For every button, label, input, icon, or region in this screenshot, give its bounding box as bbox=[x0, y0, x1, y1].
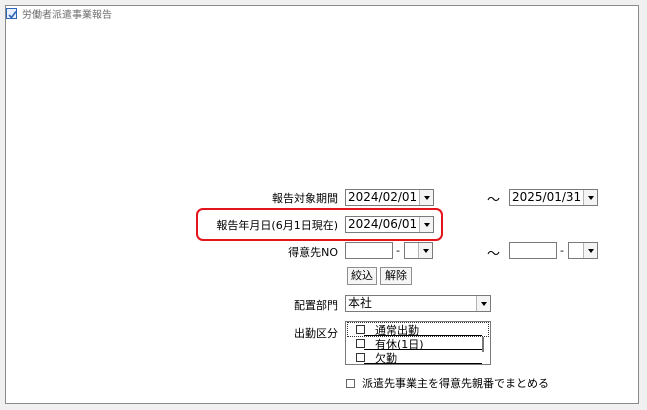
attendance-label: 出勤区分 bbox=[294, 327, 338, 340]
filter-button[interactable]: 絞込 bbox=[347, 267, 377, 285]
group-option-label: 派遣先事業主を得意先親番でまとめる bbox=[362, 377, 549, 390]
chevron-down-icon[interactable] bbox=[476, 296, 490, 311]
group-option-checkbox[interactable] bbox=[346, 378, 355, 388]
list-scrollbar[interactable] bbox=[482, 337, 484, 352]
row-separator bbox=[364, 349, 482, 350]
attendance-list[interactable]: 通常出勤 有休(1日) 欠勤 bbox=[345, 321, 491, 365]
customer-no-to-branch-value bbox=[569, 243, 583, 258]
customer-no-to-input[interactable] bbox=[509, 242, 557, 259]
customer-no-from-branch-select[interactable] bbox=[404, 242, 433, 259]
report-period-label: 報告対象期間 bbox=[272, 192, 338, 205]
department-value: 本社 bbox=[348, 296, 373, 310]
customer-no-separator: ～ bbox=[487, 247, 501, 262]
group-option[interactable]: 派遣先事業主を得意先親番でまとめる bbox=[346, 375, 549, 391]
department-label: 配置部門 bbox=[294, 299, 338, 312]
report-period-from-select[interactable]: 2024/02/01 bbox=[345, 189, 434, 206]
report-period-separator: ～ bbox=[487, 193, 501, 208]
checkbox[interactable] bbox=[356, 339, 365, 348]
title-bar: 労働者派遣事業報告 bbox=[6, 6, 112, 21]
chevron-down-icon[interactable] bbox=[419, 217, 433, 232]
customer-no-label: 得意先NO bbox=[288, 246, 338, 259]
chevron-down-icon[interactable] bbox=[418, 243, 432, 258]
customer-no-from-input[interactable] bbox=[345, 242, 393, 259]
department-select[interactable]: 本社 bbox=[345, 295, 491, 312]
checkbox[interactable] bbox=[356, 353, 365, 362]
report-date-value: 2024/06/01 bbox=[348, 217, 418, 231]
app-icon bbox=[6, 7, 17, 19]
customer-no-to-branch-select[interactable] bbox=[568, 242, 598, 259]
customer-no-from-hyphen: - bbox=[396, 244, 400, 257]
customer-no-from-branch-value bbox=[405, 243, 418, 258]
report-date-select[interactable]: 2024/06/01 bbox=[345, 216, 434, 233]
row-separator bbox=[364, 363, 482, 364]
chevron-down-icon[interactable] bbox=[583, 243, 597, 258]
chevron-down-icon[interactable] bbox=[419, 190, 433, 205]
report-period-to-value: 2025/01/31 bbox=[512, 190, 582, 204]
checkbox[interactable] bbox=[356, 325, 365, 334]
report-period-from-value: 2024/02/01 bbox=[348, 190, 418, 204]
row-separator bbox=[364, 335, 482, 336]
window-title: 労働者派遣事業報告 bbox=[22, 9, 112, 21]
clear-button[interactable]: 解除 bbox=[380, 267, 412, 285]
chevron-down-icon[interactable] bbox=[583, 190, 597, 205]
report-date-label: 報告年月日(6月1日現在) bbox=[216, 219, 338, 232]
customer-no-to-hyphen: - bbox=[560, 244, 564, 257]
report-period-to-select[interactable]: 2025/01/31 bbox=[509, 189, 598, 206]
